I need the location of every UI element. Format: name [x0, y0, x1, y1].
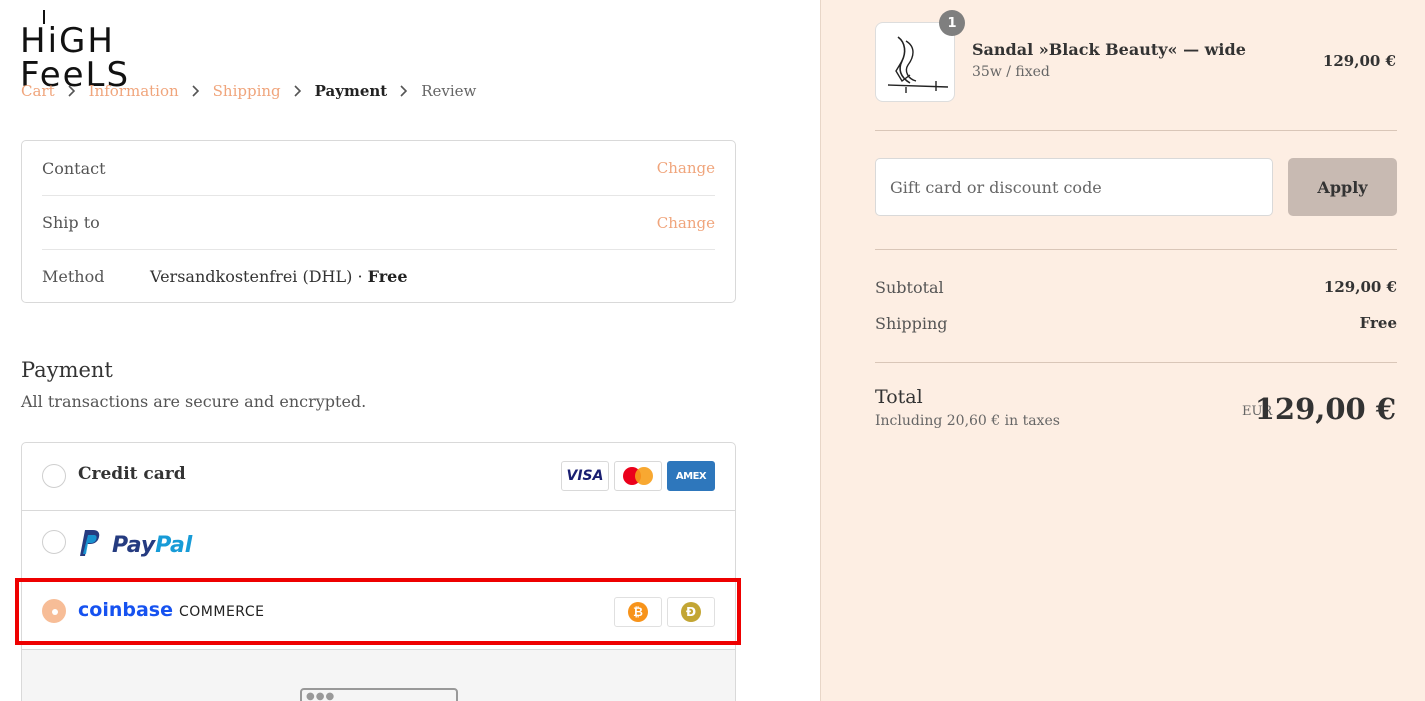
- credit-card-label: Credit card: [78, 464, 186, 484]
- checkout-main: HiGH FeeLS Cart Information Shipping Pay…: [0, 0, 820, 701]
- subtotal-row: Subtotal 129,00 €: [875, 278, 1397, 297]
- coinbase-commerce-logo: coinbase COMMERCE: [78, 599, 264, 621]
- method-label: Method: [42, 267, 105, 286]
- change-contact-link[interactable]: Change: [657, 159, 715, 177]
- discount-code-input[interactable]: [875, 158, 1273, 216]
- breadcrumb-review: Review: [421, 82, 477, 100]
- breadcrumb-information[interactable]: Information: [89, 82, 179, 100]
- paypal-wordmark: PayPal: [112, 532, 193, 558]
- chevron-right-icon: [191, 85, 201, 97]
- method-name: Versandkostenfrei (DHL) ·: [150, 267, 368, 286]
- chevron-right-icon: [293, 85, 303, 97]
- tax-note: Including 20,60 € in taxes: [875, 413, 1060, 429]
- review-summary-box: Contact Change Ship to Change Method Ver…: [21, 140, 736, 303]
- order-summary: 1 Sandal »Black Beauty« — wide 35w / fix…: [820, 0, 1425, 701]
- method-price: Free: [367, 267, 408, 286]
- mastercard-icon: [614, 461, 662, 491]
- credit-card-radio[interactable]: [42, 464, 66, 488]
- review-row-method: Method Versandkostenfrei (DHL) · Free: [42, 249, 715, 303]
- brand-logo[interactable]: HiGH FeeLS: [20, 10, 190, 92]
- divider: [875, 130, 1397, 131]
- divider: [875, 249, 1397, 250]
- crypto-coin-icons: ₿ Ð: [614, 597, 715, 627]
- paypal-icon: [78, 529, 102, 561]
- subtotal-value: 129,00 €: [1323, 278, 1397, 296]
- chevron-right-icon: [399, 85, 409, 97]
- method-value: Versandkostenfrei (DHL) · Free: [150, 267, 715, 286]
- subtotal-label: Subtotal: [875, 278, 944, 297]
- payment-heading: Payment: [21, 358, 113, 382]
- divider: [875, 362, 1397, 363]
- browser-window-icon: ●●●: [300, 688, 458, 701]
- coinbase-redirect-panel: ●●●: [22, 650, 735, 701]
- coinbase-wordmark: coinbase: [78, 599, 173, 621]
- chevron-right-icon: [67, 85, 77, 97]
- breadcrumb-shipping[interactable]: Shipping: [213, 82, 281, 100]
- quantity-badge: 1: [939, 10, 965, 36]
- product-name: Sandal »Black Beauty« — wide: [972, 40, 1246, 59]
- shipping-value: Free: [1359, 314, 1397, 332]
- breadcrumb: Cart Information Shipping Payment Review: [21, 82, 476, 100]
- dogecoin-icon: Ð: [667, 597, 715, 627]
- product-variant: 35w / fixed: [972, 64, 1050, 80]
- shipping-row: Shipping Free: [875, 314, 1397, 333]
- review-row-ship-to: Ship to Change: [42, 195, 715, 249]
- apply-discount-button[interactable]: Apply: [1288, 158, 1397, 216]
- contact-label: Contact: [42, 158, 106, 178]
- coinbase-radio[interactable]: [42, 599, 66, 623]
- review-row-contact: Contact Change: [42, 141, 715, 195]
- payment-subtitle: All transactions are secure and encrypte…: [21, 392, 367, 411]
- payment-option-credit-card[interactable]: Credit card VISA AMEX: [22, 443, 735, 511]
- breadcrumb-cart[interactable]: Cart: [21, 82, 55, 100]
- paypal-radio[interactable]: [42, 530, 66, 554]
- shipping-label: Shipping: [875, 314, 948, 333]
- total-value: 129,00 €: [1254, 392, 1396, 426]
- breadcrumb-payment: Payment: [314, 82, 388, 100]
- change-ship-to-link[interactable]: Change: [657, 214, 715, 232]
- total-label: Total: [875, 386, 923, 408]
- amex-icon: AMEX: [667, 461, 715, 491]
- product-price: 129,00 €: [1322, 52, 1396, 70]
- commerce-wordmark: COMMERCE: [178, 604, 265, 620]
- ship-to-label: Ship to: [42, 213, 100, 232]
- product-thumbnail: [875, 22, 955, 102]
- sandal-image: [887, 36, 949, 93]
- bitcoin-icon: ₿: [614, 597, 662, 627]
- paypal-logo: PayPal: [78, 529, 192, 561]
- card-brand-icons: VISA AMEX: [561, 461, 715, 491]
- visa-icon: VISA: [561, 461, 609, 491]
- payment-methods: Credit card VISA AMEX PayPal ₿ Ð coinbas…: [21, 442, 736, 701]
